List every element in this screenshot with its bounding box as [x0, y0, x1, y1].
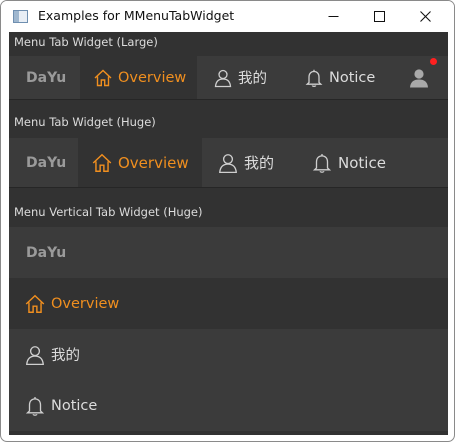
tab-overview[interactable]: Overview [78, 138, 202, 187]
avatar[interactable] [399, 56, 439, 99]
user-icon [217, 152, 239, 174]
logo: DaYu [26, 154, 67, 171]
minimize-icon [328, 16, 338, 17]
window-title: Examples for MMenuTabWidget [38, 8, 235, 23]
close-button[interactable] [402, 1, 448, 32]
app-window: Examples for MMenuTabWidget Menu Tab Wid… [0, 0, 455, 442]
tab-notice-label: Notice [338, 153, 386, 172]
minimize-button[interactable] [310, 1, 356, 32]
content-area: Menu Tab Widget (Large) DaYu Overview 我的… [9, 32, 448, 435]
vertical-logo-row: DaYu [9, 227, 448, 278]
maximize-button[interactable] [356, 1, 402, 32]
menu-vertical-tab-widget: DaYu Overview 我的 Notice [9, 227, 448, 435]
user-icon [213, 68, 233, 88]
tab-notice[interactable]: Notice [297, 138, 397, 187]
section-label-vertical: Menu Vertical Tab Widget (Huge) [14, 205, 203, 219]
tab-notice-label: Notice [329, 69, 376, 86]
vertical-tab-my[interactable]: 我的 [9, 329, 448, 380]
tab-my-label: 我的 [238, 71, 267, 87]
home-icon [93, 68, 113, 88]
title-bar[interactable]: Examples for MMenuTabWidget [1, 1, 454, 32]
section-label-huge: Menu Tab Widget (Huge) [14, 115, 156, 129]
tab-notice[interactable]: Notice [291, 56, 391, 99]
notification-dot [430, 58, 437, 65]
tab-my[interactable]: 我的 [202, 138, 297, 187]
maximize-icon [373, 11, 385, 22]
home-icon [91, 152, 113, 174]
vertical-tab-overview-label: Overview [51, 295, 120, 312]
bell-icon [304, 68, 324, 88]
tab-overview[interactable]: Overview [80, 56, 197, 99]
divider [9, 99, 448, 100]
vertical-tab-notice-label: Notice [51, 397, 98, 414]
menu-tab-widget-huge: DaYu Overview 我的 Notice [9, 138, 448, 187]
avatar-icon [410, 68, 428, 87]
logo: DaYu [26, 244, 67, 261]
user-icon [24, 344, 46, 366]
vertical-tab-overview[interactable]: Overview [9, 278, 448, 329]
logo: DaYu [26, 69, 67, 86]
window-app-icon [13, 10, 28, 23]
section-label-large: Menu Tab Widget (Large) [14, 35, 158, 49]
tab-my[interactable]: 我的 [197, 56, 291, 99]
divider [9, 187, 448, 188]
vertical-tab-my-label: 我的 [51, 348, 80, 364]
menu-tab-widget-large: DaYu Overview 我的 Notice [9, 56, 448, 99]
bell-icon [24, 395, 46, 417]
bell-icon [311, 152, 333, 174]
home-icon [24, 293, 46, 315]
tab-overview-label: Overview [118, 153, 189, 172]
vertical-tab-notice[interactable]: Notice [9, 380, 448, 431]
close-icon [419, 11, 431, 22]
tab-overview-label: Overview [118, 69, 187, 86]
tab-my-label: 我的 [244, 154, 275, 172]
